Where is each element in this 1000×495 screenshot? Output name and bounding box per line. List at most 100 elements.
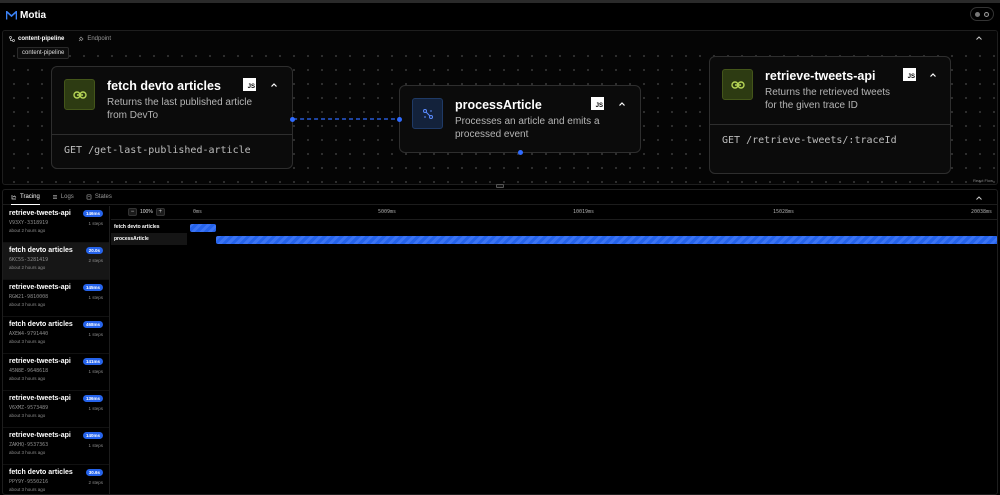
trace-list: retrieve-tweets-api 146ms V93XY-3318919 … bbox=[3, 206, 110, 494]
step-label[interactable]: processArticle bbox=[111, 233, 187, 245]
motia-logo-icon bbox=[6, 10, 17, 19]
flow-tabs: content-pipeline Endpoint bbox=[3, 31, 997, 46]
react-flow-attribution[interactable]: React Flow bbox=[973, 178, 993, 183]
zoom-out-button[interactable]: − bbox=[128, 208, 137, 216]
chevron-up-icon[interactable] bbox=[975, 194, 983, 202]
node-title: fetch devto articles bbox=[107, 79, 221, 93]
link-icon bbox=[722, 69, 753, 100]
moon-icon bbox=[984, 11, 989, 17]
tab-label: Endpoint bbox=[87, 35, 112, 42]
chevron-up-icon[interactable] bbox=[975, 34, 983, 42]
step-bar[interactable] bbox=[216, 236, 997, 244]
panel-resize-handle[interactable] bbox=[496, 184, 504, 188]
trace-steps: 1 steps bbox=[88, 332, 103, 337]
node-description: Processes an article and emits a process… bbox=[455, 116, 600, 140]
duration-badge: 140ms bbox=[82, 432, 103, 439]
tab-label: content-pipeline bbox=[18, 35, 65, 42]
timeline-tick: 5009ms bbox=[378, 209, 397, 215]
app-header: Motia bbox=[0, 3, 1000, 27]
tab-tooltip: content-pipeline bbox=[17, 47, 70, 59]
event-icon bbox=[412, 98, 443, 129]
trace-item[interactable]: retrieve-tweets-api 145ms RGW21-9810008 … bbox=[3, 280, 109, 317]
trace-time: about 3 hours ago bbox=[9, 376, 46, 381]
theme-toggle[interactable] bbox=[970, 7, 994, 21]
app-title: Motia bbox=[20, 9, 47, 21]
duration-badge: 136ms bbox=[82, 395, 103, 402]
duration-badge: 20.0s bbox=[85, 247, 103, 254]
trace-time: about 3 hours ago bbox=[9, 450, 46, 455]
node-description: Returns the last published article from … bbox=[107, 97, 253, 121]
js-language-icon: JS bbox=[243, 78, 256, 91]
trace-item[interactable]: retrieve-tweets-api 146ms V93XY-3318919 … bbox=[3, 206, 109, 243]
duration-badge: 468ms bbox=[82, 321, 103, 328]
trace-item[interactable]: retrieve-tweets-api 141ms 45N8E-9648618 … bbox=[3, 354, 109, 391]
link-icon bbox=[64, 79, 95, 110]
trace-time: about 3 hours ago bbox=[9, 339, 46, 344]
source-handle[interactable] bbox=[518, 150, 523, 155]
tab-endpoint[interactable]: Endpoint bbox=[78, 36, 111, 42]
zoom-in-button[interactable]: + bbox=[155, 208, 165, 216]
tab-label: Logs bbox=[60, 194, 74, 200]
node-fetch-devto-articles[interactable]: fetch devto articles Returns the last pu… bbox=[51, 66, 295, 169]
tab-states[interactable]: States bbox=[86, 190, 112, 205]
node-retrieve-tweets-api[interactable]: retrieve-tweets-api Returns the retrieve… bbox=[709, 56, 951, 174]
trace-item[interactable]: retrieve-tweets-api 136ms V6XMZ-9573489 … bbox=[3, 391, 109, 428]
trace-steps: 1 steps bbox=[88, 443, 103, 448]
trace-steps: 1 steps bbox=[88, 369, 103, 374]
duration-badge: 30.6s bbox=[85, 469, 103, 476]
js-language-icon: JS bbox=[591, 97, 604, 110]
trace-item[interactable]: fetch devto articles 30.6s PPY9Y-9550216… bbox=[3, 465, 109, 494]
timeline-tick: 15028ms bbox=[773, 209, 795, 215]
trace-steps: 2 steps bbox=[88, 480, 103, 485]
bottom-tabs: Tracing Logs States bbox=[3, 190, 997, 205]
tab-content-pipeline[interactable]: content-pipeline bbox=[9, 36, 64, 42]
sun-icon bbox=[975, 11, 980, 17]
js-language-icon: JS bbox=[903, 68, 916, 81]
target-handle[interactable] bbox=[397, 117, 402, 122]
node-route: GET /retrieve-tweets/:traceId bbox=[710, 124, 950, 156]
trace-timeline: − 100% + 0ms 5009ms 10019ms 15028ms 2003… bbox=[111, 206, 997, 494]
node-route: GET /get-last-published-article bbox=[52, 134, 292, 166]
trace-time: about 3 hours ago bbox=[9, 413, 46, 418]
chevron-up-icon[interactable] bbox=[929, 71, 937, 79]
trace-steps: 1 steps bbox=[88, 406, 103, 411]
trace-item[interactable]: fetch devto articles 468ms AXEW4-9791440… bbox=[3, 317, 109, 354]
trace-steps: 1 steps bbox=[88, 295, 103, 300]
trace-time: about 3 hours ago bbox=[9, 302, 46, 307]
duration-badge: 145ms bbox=[82, 284, 103, 291]
trace-time: about 3 hours ago bbox=[9, 487, 46, 492]
logo[interactable]: Motia bbox=[6, 10, 46, 21]
trace-steps: 2 steps bbox=[88, 258, 103, 263]
trace-steps: 1 steps bbox=[88, 221, 103, 226]
chevron-up-icon[interactable] bbox=[270, 81, 278, 89]
trace-time: about 2 hours ago bbox=[9, 265, 46, 270]
trace-item[interactable]: fetch devto articles 20.0s 6KC5S-3281419… bbox=[3, 243, 109, 280]
tab-tracing[interactable]: Tracing bbox=[11, 190, 40, 205]
timeline-tick: 20038ms bbox=[971, 209, 993, 215]
trace-time: about 2 hours ago bbox=[9, 228, 46, 233]
zoom-level: 100% bbox=[140, 209, 153, 215]
timeline-divider bbox=[111, 219, 997, 220]
trace-item[interactable]: retrieve-tweets-api 140ms ZAKHQ-9537363 … bbox=[3, 428, 109, 465]
tab-label: States bbox=[94, 194, 112, 200]
node-description: Returns the retrieved tweets for the giv… bbox=[765, 87, 891, 111]
node-title: retrieve-tweets-api bbox=[765, 69, 876, 83]
node-process-article[interactable]: processArticle Processes an article and … bbox=[397, 85, 641, 155]
flow-icon bbox=[9, 35, 15, 42]
chevron-up-icon[interactable] bbox=[618, 100, 626, 108]
duration-badge: 141ms bbox=[82, 358, 103, 365]
duration-badge: 146ms bbox=[82, 210, 103, 217]
bottom-panel: Tracing Logs States retrieve-tweets-api … bbox=[2, 189, 998, 495]
flow-canvas[interactable]: content-pipeline Endpoint content-pipeli… bbox=[2, 30, 998, 185]
step-label[interactable]: fetch devto articles bbox=[111, 221, 187, 233]
source-handle[interactable] bbox=[290, 117, 295, 122]
timeline-tick: 10019ms bbox=[573, 209, 595, 215]
tab-label: Tracing bbox=[20, 193, 40, 200]
tab-logs[interactable]: Logs bbox=[52, 190, 74, 205]
tracing-icon bbox=[11, 194, 17, 199]
plug-icon bbox=[79, 36, 84, 41]
step-bar[interactable] bbox=[190, 224, 217, 232]
zoom-controls: − 100% + bbox=[128, 208, 165, 216]
node-title: processArticle bbox=[455, 98, 542, 112]
timeline-tick: 0ms bbox=[193, 209, 203, 215]
